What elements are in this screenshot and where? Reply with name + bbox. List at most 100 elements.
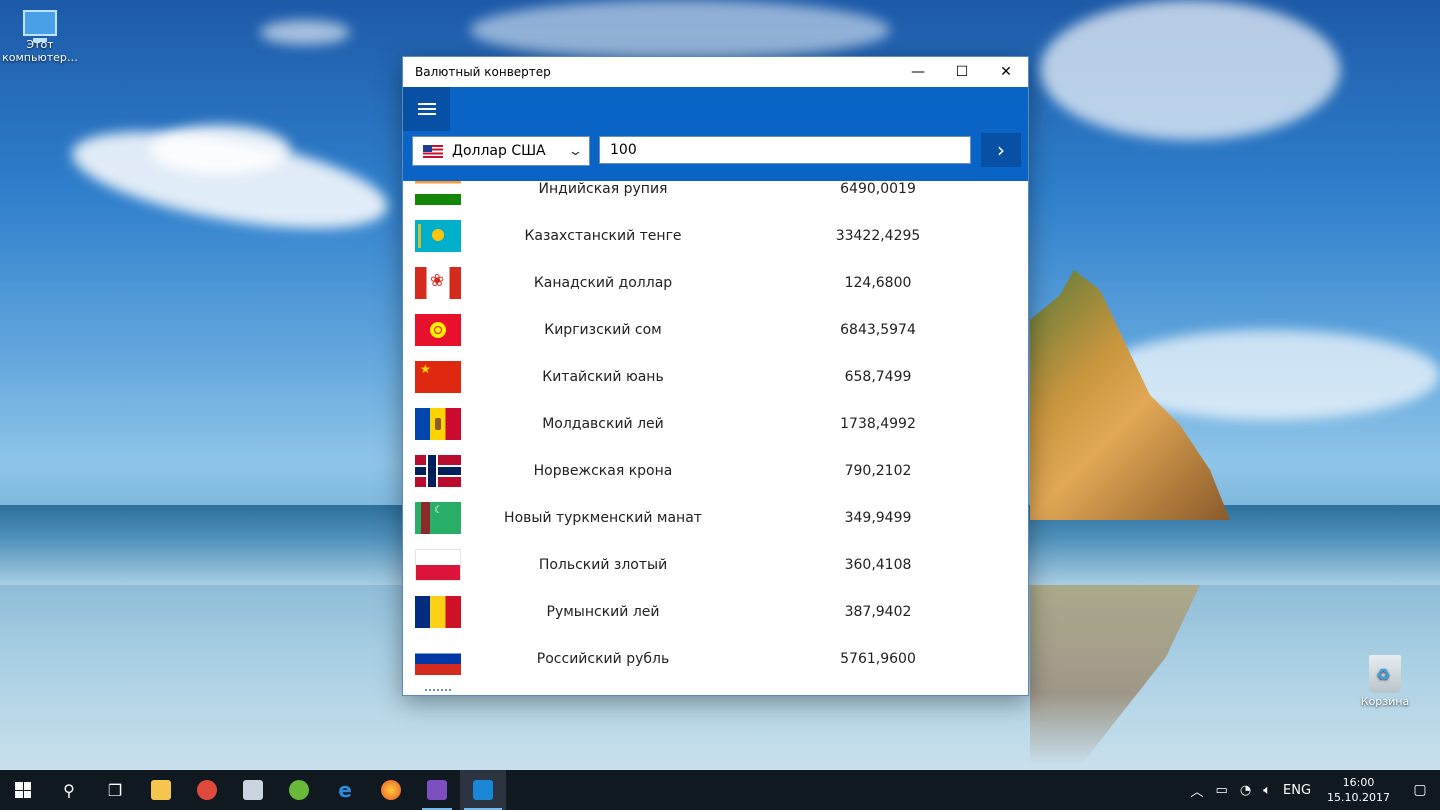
- moldova-flag-icon: [415, 407, 461, 440]
- kazakhstan-flag-icon: [415, 219, 461, 252]
- firefox-icon: [381, 780, 401, 800]
- currency-dropdown-value: Доллар США: [452, 143, 546, 159]
- canada-flag-icon: [415, 266, 461, 299]
- currency-converter-icon: [473, 780, 493, 800]
- currency-name: Российский рубль: [536, 650, 670, 667]
- battery-icon[interactable]: ▭: [1210, 783, 1234, 798]
- currency-value: 6843,5974: [840, 321, 916, 338]
- us-flag-icon: [423, 144, 443, 158]
- india-flag-icon: [415, 181, 461, 205]
- app-header: [403, 87, 1028, 131]
- convert-button[interactable]: ›: [981, 133, 1021, 167]
- network-icon[interactable]: ◔: [1234, 783, 1257, 798]
- cloud: [260, 20, 350, 45]
- currency-name: Канадский доллар: [533, 274, 673, 291]
- partial-flag-icon: [425, 689, 451, 695]
- list-item[interactable]: Российский рубль 5761,9600: [403, 635, 1028, 682]
- list-item[interactable]: Польский злотый 360,4108: [403, 541, 1028, 588]
- currency-converter-window: Валютный конвертер — ☐ ✕ Доллар США ⌄ › …: [403, 57, 1028, 695]
- currency-name: Молдавский лей: [542, 415, 664, 432]
- desktop-icon-label: Корзина: [1360, 695, 1410, 708]
- currency-value: 790,2102: [844, 462, 912, 479]
- list-item[interactable]: Молдавский лей 1738,4992: [403, 400, 1028, 447]
- list-item[interactable]: Казахстанский тенге 33422,4295: [403, 212, 1028, 259]
- romania-flag-icon: [415, 595, 461, 628]
- taskbar-app-edge[interactable]: e: [322, 770, 368, 810]
- list-item[interactable]: Китайский юань 658,7499: [403, 353, 1028, 400]
- search-button[interactable]: ⚲: [46, 770, 92, 810]
- computer-icon: [23, 10, 57, 42]
- notification-icon: ▢: [1413, 782, 1427, 798]
- turkmenistan-flag-icon: [415, 501, 461, 534]
- currency-name: Румынский лей: [546, 603, 660, 620]
- edge-icon: e: [338, 778, 352, 802]
- clock[interactable]: 16:00 15.10.2017: [1317, 775, 1400, 805]
- currency-value: 6490,0019: [840, 181, 916, 197]
- title-bar[interactable]: Валютный конвертер — ☐ ✕: [403, 57, 1028, 87]
- minimize-button[interactable]: —: [896, 57, 940, 87]
- windows-logo-icon: [15, 782, 31, 798]
- taskbar-app-paint[interactable]: [230, 770, 276, 810]
- currency-value: 5761,9600: [840, 650, 916, 667]
- window-title: Валютный конвертер: [415, 65, 551, 79]
- norway-flag-icon: [415, 454, 461, 487]
- system-tray: ︿ ▭ ◔ 🔈︎ ENG 16:00 15.10.2017 ▢: [1185, 770, 1440, 810]
- converter-controls: Доллар США ⌄ ›: [403, 131, 1028, 181]
- close-button[interactable]: ✕: [984, 57, 1028, 87]
- cloud: [150, 125, 290, 175]
- chevron-down-icon: ⌄: [567, 143, 584, 159]
- clock-date: 15.10.2017: [1327, 791, 1390, 804]
- russia-flag-icon: [415, 642, 461, 675]
- chevron-right-icon: ›: [997, 138, 1005, 162]
- file-explorer-icon: [151, 780, 171, 800]
- list-item[interactable]: Норвежская крона 790,2102: [403, 447, 1028, 494]
- chevron-up-icon[interactable]: ︿: [1185, 781, 1210, 800]
- taskbar-app-ccleaner[interactable]: [184, 770, 230, 810]
- maximize-button[interactable]: ☐: [940, 57, 984, 87]
- taskbar-app-visual-studio[interactable]: [414, 770, 460, 810]
- paint-icon: [243, 780, 263, 800]
- currency-value: 349,9499: [844, 509, 912, 526]
- desktop-icon-recycle-bin[interactable]: ♻ Корзина: [1345, 655, 1425, 708]
- poland-flag-icon: [415, 548, 461, 581]
- cloud: [1040, 0, 1340, 140]
- list-item[interactable]: Канадский доллар 124,6800: [403, 259, 1028, 306]
- rates-list[interactable]: Индийская рупия 6490,0019 Казахстанский …: [403, 181, 1028, 695]
- utorrent-icon: [289, 780, 309, 800]
- currency-name: Индийская рупия: [538, 181, 668, 197]
- china-flag-icon: [415, 360, 461, 393]
- hamburger-menu-button[interactable]: [403, 87, 450, 131]
- currency-name: Норвежская крона: [533, 462, 673, 479]
- currency-value: 360,4108: [844, 556, 912, 573]
- start-button[interactable]: [0, 770, 46, 810]
- taskbar: ⚲ ❐ e ︿ ▭ ◔ 🔈︎ ENG 16:00 15.10.2017 ▢: [0, 770, 1440, 810]
- currency-value: 124,6800: [844, 274, 912, 291]
- taskbar-app-currency-converter[interactable]: [460, 770, 506, 810]
- task-view-button[interactable]: ❐: [92, 770, 138, 810]
- currency-name: Китайский юань: [542, 368, 664, 385]
- clock-time: 16:00: [1342, 776, 1375, 789]
- ccleaner-icon: [197, 780, 217, 800]
- volume-icon[interactable]: 🔈︎: [1257, 783, 1277, 798]
- list-item[interactable]: Новый туркменский манат 349,9499: [403, 494, 1028, 541]
- currency-value: 387,9402: [844, 603, 912, 620]
- taskbar-app-file-explorer[interactable]: [138, 770, 184, 810]
- currency-dropdown[interactable]: Доллар США ⌄: [412, 136, 590, 166]
- list-item[interactable]: Индийская рупия 6490,0019: [403, 181, 1028, 212]
- list-item[interactable]: Румынский лей 387,9402: [403, 588, 1028, 635]
- recycle-bin-icon: ♻: [1369, 655, 1401, 693]
- taskbar-app-utorrent[interactable]: [276, 770, 322, 810]
- currency-value: 1738,4992: [840, 415, 916, 432]
- language-indicator[interactable]: ENG: [1277, 783, 1317, 798]
- desktop-icon-this-pc[interactable]: Этот компьютер…: [0, 10, 80, 64]
- action-center-button[interactable]: ▢: [1400, 770, 1440, 810]
- amount-input[interactable]: [599, 136, 971, 164]
- currency-value: 33422,4295: [835, 227, 921, 244]
- taskbar-app-firefox[interactable]: [368, 770, 414, 810]
- hamburger-icon: [417, 103, 436, 115]
- currency-name: Новый туркменский манат: [504, 509, 702, 526]
- list-item[interactable]: Киргизский сом 6843,5974: [403, 306, 1028, 353]
- task-view-icon: ❐: [107, 780, 123, 800]
- currency-name: Киргизский сом: [544, 321, 662, 338]
- cloud: [470, 0, 890, 60]
